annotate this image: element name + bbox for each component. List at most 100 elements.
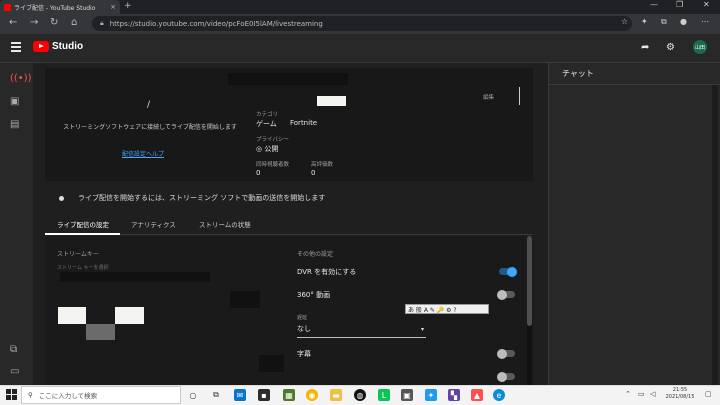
settings-scrollbar[interactable] (527, 236, 532, 386)
divider (519, 87, 520, 105)
redacted-block (86, 324, 115, 340)
lock-icon: 🔒︎ (100, 19, 104, 27)
twitter-icon[interactable]: ✦ (425, 389, 437, 401)
new-tab-icon[interactable]: + (124, 1, 132, 11)
viewers-value: 0 (256, 169, 261, 177)
clock-date: 2021/08/15 (665, 394, 695, 400)
browser-menu-icon[interactable]: ⋯ (701, 17, 709, 26)
chat-panel (548, 63, 720, 385)
collections-icon[interactable]: ⧉ (661, 17, 667, 27)
category-label: カテゴリ (256, 112, 279, 118)
divider (549, 84, 720, 85)
volume-icon[interactable]: ◁ (650, 390, 655, 398)
taskbar-search[interactable]: ⚲ ここに入力して検索 (21, 386, 181, 404)
cortana-icon[interactable]: ○ (187, 389, 199, 401)
close-window-icon[interactable]: ✕ (703, 0, 710, 9)
studio-header (0, 34, 720, 63)
settings-gear-icon[interactable]: ⚙ (666, 42, 675, 53)
dvr-label: DVR を有効にする (297, 268, 357, 276)
redacted-block (115, 307, 144, 324)
chat-scrollbar[interactable] (712, 85, 718, 385)
reload-icon[interactable]: ↻ (50, 17, 58, 28)
back-icon[interactable]: ← (9, 17, 17, 28)
latency-select[interactable]: なし ▾ (297, 324, 426, 338)
app-icon[interactable]: ▲ (471, 389, 483, 401)
redacted-block (228, 73, 348, 85)
left-rail (0, 63, 33, 385)
360-video-toggle[interactable] (497, 289, 515, 300)
manage-icon[interactable]: ⧉ (10, 344, 17, 355)
maximize-icon[interactable]: ❐ (676, 0, 683, 9)
game-label: ゲーム (256, 120, 277, 128)
privacy-value: ◎ 公開 (256, 144, 278, 154)
tab-analytics[interactable]: アナリティクス (131, 219, 176, 229)
likes-label: 高評価数 (311, 162, 334, 168)
active-tab-indicator (45, 233, 120, 235)
line-icon[interactable]: L (378, 389, 390, 401)
close-tab-icon[interactable]: × (110, 3, 116, 11)
info-dot-icon (59, 195, 64, 201)
search-icon: ⚲ (28, 391, 33, 399)
browser-tab[interactable]: ライブ配信 - YouTube Studio × (0, 0, 120, 14)
youtube-logo-icon (33, 41, 49, 52)
edit-link[interactable]: 編集 (483, 93, 494, 101)
bookmark-star-icon[interactable]: ☆ (621, 17, 628, 26)
app-icon[interactable]: ▪ (258, 389, 270, 401)
extension-icon[interactable]: ✦ (641, 17, 648, 26)
folder-icon[interactable]: ▬ (330, 389, 342, 401)
tab-stream-health[interactable]: ストリームの状態 (199, 219, 251, 229)
chrome-icon[interactable]: ◉ (306, 389, 318, 401)
studio-logo-text: Studio (52, 41, 84, 52)
tab-stream-settings[interactable]: ライブ配信の設定 (57, 219, 109, 229)
clock-time: 21:55 (672, 387, 688, 393)
redacted-block (230, 291, 260, 308)
ime-toolbar[interactable]: あ 般 A ✎ 🔑 ⚙ ? (405, 304, 489, 314)
notification-icon[interactable]: ▢ (705, 390, 712, 398)
stream-key-sub: ストリーム キーを選択 (57, 265, 109, 271)
taskbar-clock[interactable]: 21:55 2021/08/15 (660, 387, 700, 401)
live-stream-icon[interactable]: ((•)) (10, 73, 32, 84)
extra-toggle[interactable] (497, 371, 515, 382)
address-bar[interactable]: 🔒︎ https://studio.youtube.com/video/pcFo… (92, 16, 632, 31)
360-video-label: 360° 動画 (297, 291, 331, 299)
camera-icon[interactable]: ▣ (10, 96, 19, 107)
home-icon[interactable]: ⌂ (71, 17, 77, 28)
game-value: Fortnite (290, 119, 318, 127)
scroll-thumb[interactable] (527, 236, 532, 326)
tray-chevron-icon[interactable]: ⌃ (625, 390, 631, 398)
notice-text: ライブ配信を開始するには、ストリーミング ソフトで動画の送信を開始します (78, 194, 326, 202)
edge-icon[interactable]: e (493, 389, 505, 401)
profile-icon[interactable]: ● (680, 17, 687, 26)
windows-start-icon[interactable] (6, 389, 17, 400)
minimize-icon[interactable]: — (650, 0, 658, 9)
other-settings-heading: その他の設定 (297, 251, 334, 258)
latency-value: なし (297, 325, 311, 333)
minecraft-icon[interactable]: ▦ (283, 389, 295, 401)
studio-logo[interactable]: Studio (33, 41, 83, 52)
dvr-toggle[interactable] (499, 266, 517, 277)
feedback-icon[interactable]: ▭ (10, 366, 19, 377)
calendar-icon[interactable]: ▤ (10, 119, 19, 130)
forward-icon[interactable]: → (30, 17, 38, 28)
redacted-block (60, 272, 210, 282)
task-view-icon[interactable]: ⧉ (210, 389, 222, 401)
share-icon[interactable]: ➦ (641, 42, 649, 53)
twitch-icon[interactable]: ▚ (448, 389, 460, 401)
avatar[interactable]: 山田 (693, 40, 707, 54)
steam-icon[interactable]: ◍ (354, 389, 366, 401)
preview-instruction: ストリーミングソフトウェアに接続してライブ配信を開始します (63, 124, 237, 131)
likes-value: 0 (311, 169, 316, 177)
mail-icon[interactable]: ✉ (234, 389, 246, 401)
network-icon[interactable]: ▭ (638, 390, 645, 398)
menu-icon[interactable] (11, 42, 21, 54)
latency-label: 遅延 (297, 315, 308, 321)
start-stream-notice: ライブ配信を開始するには、ストリーミング ソフトで動画の送信を開始します (45, 187, 533, 209)
search-placeholder: ここに入力して検索 (38, 392, 98, 400)
privacy-label: プライバシー (256, 137, 289, 143)
toggle-knob (497, 371, 507, 382)
subtitle-toggle[interactable] (497, 348, 515, 359)
redacted-block (317, 96, 346, 106)
app-icon[interactable]: ▣ (401, 389, 413, 401)
stream-help-link[interactable]: 配信設定ヘルプ (122, 149, 164, 158)
viewers-label: 同時視聴者数 (256, 162, 290, 168)
